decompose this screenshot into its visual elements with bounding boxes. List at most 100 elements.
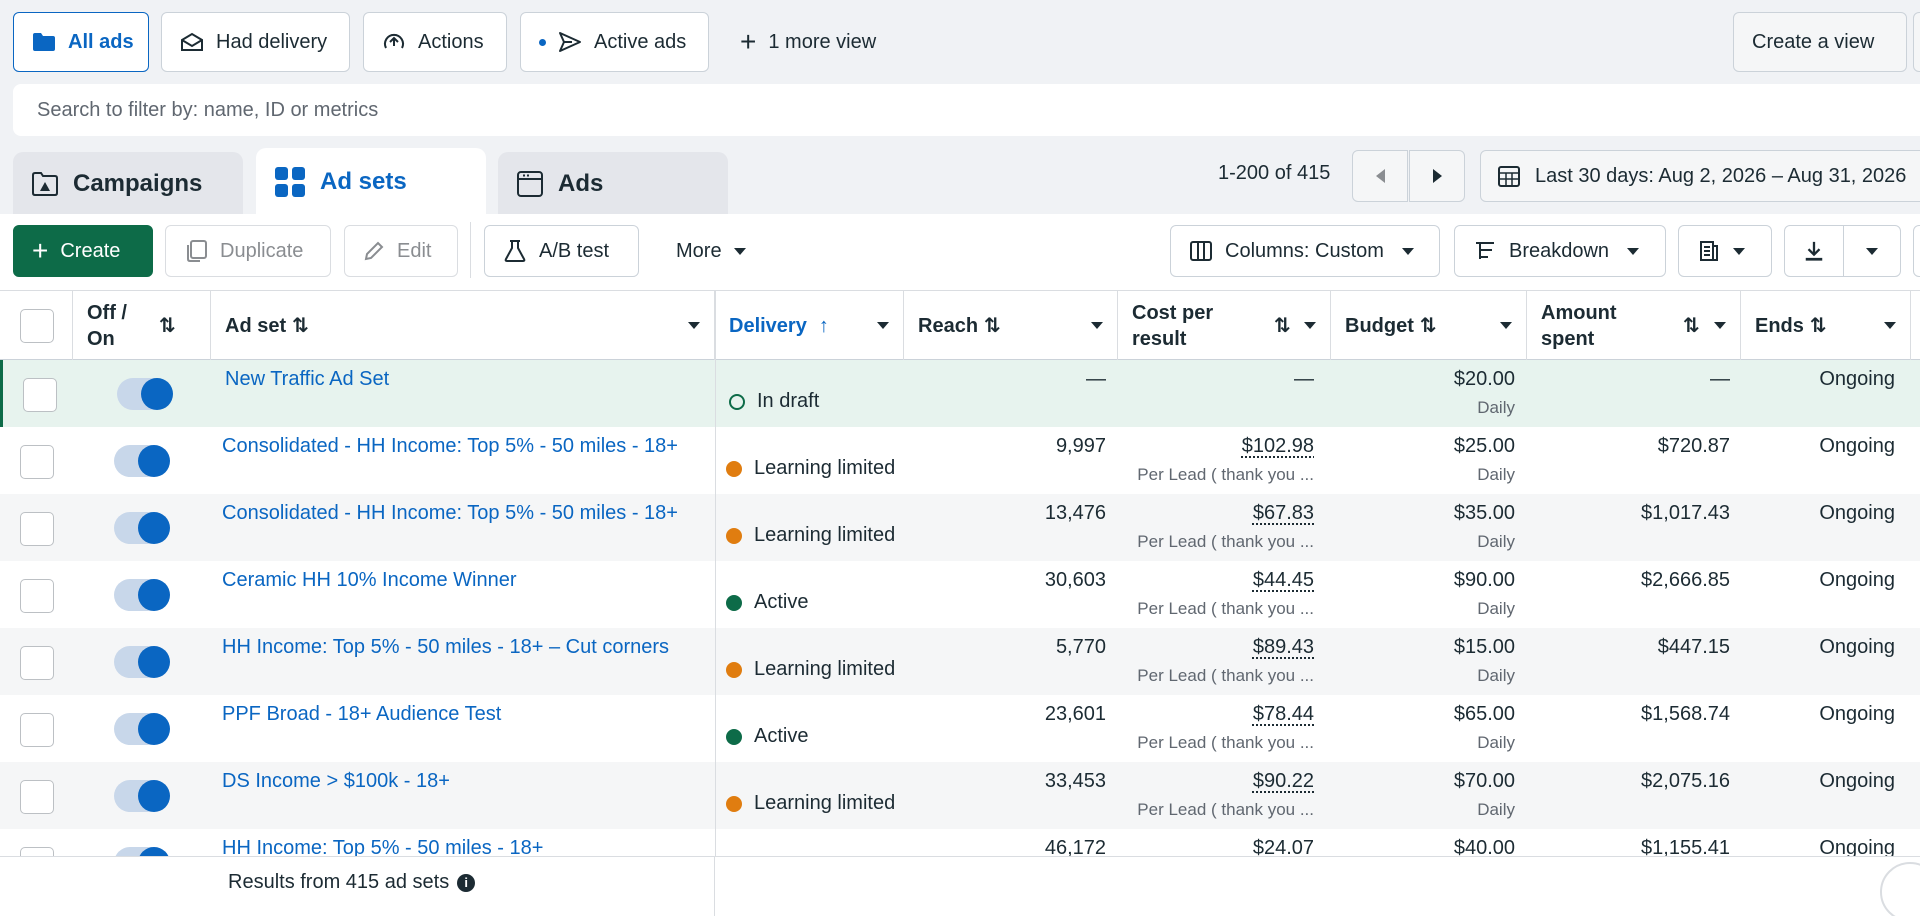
view-all-ads[interactable]: All ads	[13, 12, 149, 72]
ad-set-name-link[interactable]: DS Income > $100k - 18+	[222, 770, 692, 837]
table-row[interactable]: DS Income > $100k - 18+ Learning limited 3…	[0, 762, 1920, 829]
date-range-picker[interactable]: Last 30 days: Aug 2, 2026 – Aug 31, 2026	[1480, 150, 1920, 202]
table-row[interactable]: HH Income: Top 5% - 50 miles - 18+ Active…	[0, 829, 1920, 856]
col-ends[interactable]: Ends ⇅	[1741, 291, 1911, 361]
on-off-toggle[interactable]	[114, 512, 170, 544]
row-checkbox[interactable]	[23, 378, 57, 412]
table-header: Off / On ⇅ Ad set ⇅ Delivery ↑ Reach ⇅ C…	[0, 290, 1920, 361]
col-reach[interactable]: Reach ⇅	[904, 291, 1118, 361]
budget-value: $15.00	[1453, 636, 1515, 658]
on-off-toggle[interactable]	[114, 445, 170, 477]
tab-ad-sets[interactable]: Ad sets	[256, 148, 486, 216]
ad-set-name-link[interactable]: Consolidated - HH Income: Top 5% - 50 mi…	[222, 435, 692, 502]
send-icon	[559, 32, 581, 52]
row-checkbox[interactable]	[20, 780, 54, 814]
cost-result-type: Per Lead ( thank you ...	[1137, 599, 1314, 618]
col-amount-spent[interactable]: Amount spent ⇅	[1527, 291, 1741, 361]
prev-page-button[interactable]	[1352, 150, 1408, 202]
amount-spent-value: $447.15	[1657, 636, 1730, 658]
cost-result-type: Per Lead ( thank you ...	[1137, 733, 1314, 752]
duplicate-button[interactable]: Duplicate	[165, 225, 331, 277]
table-row[interactable]: Consolidated - HH Income: Top 5% - 50 mi…	[0, 494, 1920, 561]
tab-ads[interactable]: Ads	[498, 152, 728, 216]
on-off-toggle[interactable]	[114, 713, 170, 745]
col-cost-per-result[interactable]: Cost per result ⇅	[1118, 291, 1331, 361]
view-overflow-button[interactable]	[1913, 12, 1920, 72]
ad-set-name-link[interactable]: HH Income: Top 5% - 50 miles - 18+	[222, 837, 692, 856]
column-menu-icon[interactable]	[1884, 322, 1896, 329]
reports-button[interactable]	[1678, 225, 1772, 277]
column-menu-icon[interactable]	[1714, 322, 1726, 329]
edit-button[interactable]: Edit	[344, 225, 458, 277]
col-budget[interactable]: Budget ⇅	[1331, 291, 1527, 361]
next-page-button[interactable]	[1409, 150, 1465, 202]
row-checkbox[interactable]	[20, 579, 54, 613]
delivery-status: In draft	[729, 368, 899, 435]
column-menu-icon[interactable]	[1500, 322, 1512, 329]
report-icon	[1700, 241, 1718, 261]
on-off-toggle[interactable]	[114, 847, 170, 856]
on-off-toggle[interactable]	[114, 579, 170, 611]
search-input[interactable]	[37, 98, 937, 122]
envelope-icon	[181, 32, 203, 51]
ad-set-name-link[interactable]: Consolidated - HH Income: Top 5% - 50 mi…	[222, 502, 692, 569]
ad-set-name-link[interactable]: PPF Broad - 18+ Audience Test	[222, 703, 692, 770]
cost-per-result-value[interactable]: $102.98	[1242, 435, 1314, 458]
create-button[interactable]: + Create	[13, 225, 153, 277]
breakdown-selector[interactable]: Breakdown	[1454, 225, 1666, 277]
table-row[interactable]: New Traffic Ad Set In draft — — $20.00 Daily —…	[0, 360, 1920, 427]
view-active-ads[interactable]: Active ads	[520, 12, 709, 72]
cost-per-result-value[interactable]: $78.44	[1253, 703, 1314, 726]
table-row[interactable]: Consolidated - HH Income: Top 5% - 50 mi…	[0, 427, 1920, 494]
ad-set-name-link[interactable]: New Traffic Ad Set	[225, 368, 695, 435]
sort-icon: ⇅	[1419, 315, 1437, 337]
column-menu-icon[interactable]	[1091, 322, 1103, 329]
ad-set-name-link[interactable]: Ceramic HH 10% Income Winner	[222, 569, 692, 636]
table-row[interactable]: HH Income: Top 5% - 50 miles - 18+ – Cut…	[0, 628, 1920, 695]
more-views-button[interactable]: + 1 more view	[722, 12, 902, 72]
on-off-toggle[interactable]	[117, 378, 173, 410]
row-checkbox[interactable]	[20, 512, 54, 546]
ad-set-name-link[interactable]: HH Income: Top 5% - 50 miles - 18+ – Cut…	[222, 636, 692, 703]
learning-status-dot-icon	[726, 460, 742, 477]
pagination-range: 1-200 of 415	[1218, 162, 1331, 184]
col-delivery[interactable]: Delivery ↑	[715, 291, 904, 361]
budget-value: $65.00	[1453, 703, 1515, 725]
info-icon[interactable]: i	[457, 873, 476, 892]
tab-campaigns[interactable]: Campaigns	[13, 152, 243, 216]
columns-selector[interactable]: Columns: Custom	[1170, 225, 1440, 277]
column-menu-icon[interactable]	[688, 322, 700, 329]
column-menu-icon[interactable]	[877, 322, 889, 329]
budget-value: $70.00	[1453, 770, 1515, 792]
cost-per-result-value[interactable]: $89.43	[1253, 636, 1314, 659]
campaign-folder-icon	[32, 172, 58, 196]
cost-per-result-value[interactable]: $90.22	[1253, 770, 1314, 793]
toolbar-overflow-button[interactable]	[1913, 225, 1920, 277]
on-off-toggle[interactable]	[114, 780, 170, 812]
select-all-checkbox[interactable]	[20, 309, 54, 343]
row-checkbox[interactable]	[20, 646, 54, 680]
view-actions[interactable]: Actions	[363, 12, 507, 72]
create-view-button[interactable]: Create a view	[1733, 12, 1907, 72]
table-row[interactable]: PPF Broad - 18+ Audience Test Active 23,60…	[0, 695, 1920, 762]
cost-result-type: Per Lead ( thank you ...	[1137, 666, 1314, 685]
learning-status-dot-icon	[726, 527, 742, 544]
reach-value: 46,172	[1044, 837, 1106, 856]
export-options-button[interactable]	[1843, 225, 1901, 277]
cost-per-result-value[interactable]: $67.83	[1253, 502, 1314, 525]
more-actions-button[interactable]: More	[658, 225, 778, 277]
view-had-delivery[interactable]: Had delivery	[161, 12, 350, 72]
row-checkbox[interactable]	[20, 713, 54, 747]
ab-test-button[interactable]: A/B test	[484, 225, 639, 277]
row-checkbox[interactable]	[20, 847, 54, 856]
cost-per-result-value[interactable]: $24.07	[1253, 837, 1314, 856]
row-checkbox[interactable]	[20, 445, 54, 479]
plus-icon: +	[32, 235, 49, 266]
on-off-toggle[interactable]	[114, 646, 170, 678]
export-button[interactable]	[1784, 225, 1844, 277]
column-menu-icon[interactable]	[1304, 322, 1316, 329]
table-row[interactable]: Ceramic HH 10% Income Winner Active 30,603…	[0, 561, 1920, 628]
col-off-on[interactable]: Off / On ⇅	[73, 291, 211, 361]
cost-per-result-value[interactable]: $44.45	[1253, 569, 1314, 592]
col-ad-set[interactable]: Ad set ⇅	[211, 291, 715, 361]
